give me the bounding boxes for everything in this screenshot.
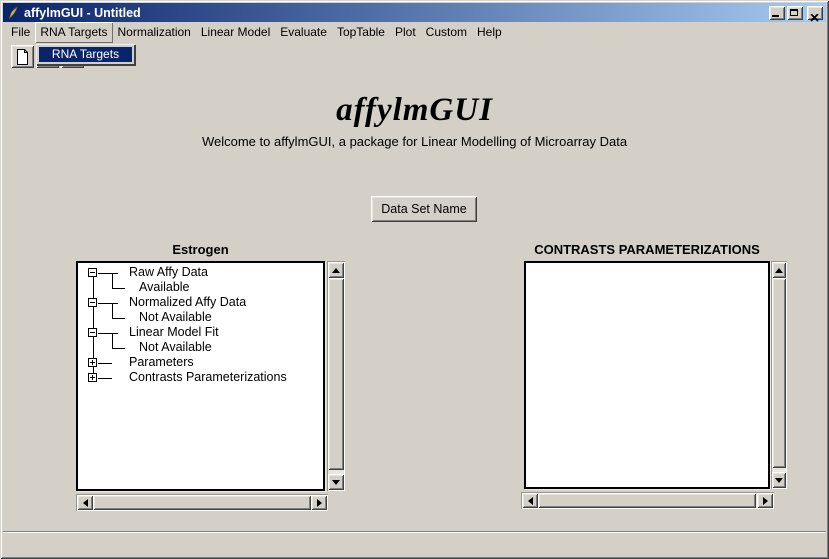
scroll-right-button[interactable] xyxy=(311,495,327,510)
scroll-right-button[interactable] xyxy=(757,493,773,508)
menu-normalization[interactable]: Normalization xyxy=(113,22,196,43)
menu-item-rna-targets[interactable]: RNA Targets xyxy=(39,47,132,62)
welcome-text: Welcome to affylmGUI, a package for Line… xyxy=(0,134,829,149)
menu-file[interactable]: File xyxy=(6,22,35,43)
window-controls xyxy=(769,6,823,20)
menu-help[interactable]: Help xyxy=(472,22,507,43)
arrow-left-icon xyxy=(83,499,88,507)
contrasts-header: CONTRASTS PARAMETERIZATIONS xyxy=(524,242,770,257)
feather-icon xyxy=(6,5,20,21)
menu-rna-targets[interactable]: RNA Targets xyxy=(35,22,112,43)
menubar: FileRNA TargetsNormalizationLinear Model… xyxy=(3,22,826,43)
arrow-down-icon xyxy=(332,480,340,485)
contrasts-horizontal-scrollbar[interactable] xyxy=(521,492,774,509)
estrogen-header: Estrogen xyxy=(76,242,325,257)
menu-toptable[interactable]: TopTable xyxy=(332,22,390,43)
tree-node-raw-affy-data[interactable]: Raw Affy Data xyxy=(129,265,208,280)
scrollbar-thumb[interactable] xyxy=(538,493,756,508)
arrow-down-icon xyxy=(775,478,783,483)
new-file-button[interactable] xyxy=(11,45,34,68)
maximize-icon xyxy=(790,9,798,16)
statusbar-divider xyxy=(3,531,826,533)
tree-node-parameters[interactable]: Parameters xyxy=(129,355,194,370)
tree-status-available[interactable]: Available xyxy=(139,280,190,295)
collapse-toggle-icon[interactable] xyxy=(88,298,97,307)
menu-linear-model[interactable]: Linear Model xyxy=(196,22,275,43)
scrollbar-thumb[interactable] xyxy=(93,495,311,510)
rna-targets-menu-popup: RNA Targets xyxy=(36,44,135,65)
titlebar[interactable]: affylmGUI - Untitled xyxy=(3,3,826,22)
tree-node-normalized-affy-data[interactable]: Normalized Affy Data xyxy=(129,295,246,310)
window-title: affylmGUI - Untitled xyxy=(24,6,141,20)
scroll-up-button[interactable] xyxy=(328,262,344,278)
scrollbar-thumb[interactable] xyxy=(772,278,786,468)
minimize-icon xyxy=(772,15,779,17)
new-file-icon xyxy=(14,48,31,66)
tree-node-linear-model-fit[interactable]: Linear Model Fit xyxy=(129,325,219,340)
app-title: affylmGUI xyxy=(0,92,829,128)
contrasts-vertical-scrollbar[interactable] xyxy=(771,261,787,489)
tree-status-not-available[interactable]: Not Available xyxy=(139,340,212,355)
data-set-name-button[interactable]: Data Set Name xyxy=(371,196,477,222)
menu-custom[interactable]: Custom xyxy=(421,22,472,43)
menu-plot[interactable]: Plot xyxy=(390,22,421,43)
expand-toggle-icon[interactable] xyxy=(88,358,97,367)
scroll-down-button[interactable] xyxy=(772,472,786,488)
scrollbar-thumb[interactable] xyxy=(328,278,344,470)
arrow-up-icon xyxy=(332,268,340,273)
menu-evaluate[interactable]: Evaluate xyxy=(275,22,332,43)
maximize-button[interactable] xyxy=(787,6,803,20)
collapse-toggle-icon[interactable] xyxy=(88,268,97,277)
scroll-up-button[interactable] xyxy=(772,262,786,278)
tree-horizontal-scrollbar[interactable] xyxy=(76,494,328,511)
scroll-left-button[interactable] xyxy=(77,495,93,510)
arrow-up-icon xyxy=(775,268,783,273)
tree-vertical-scrollbar[interactable] xyxy=(327,261,345,491)
expand-toggle-icon[interactable] xyxy=(88,373,97,382)
collapse-toggle-icon[interactable] xyxy=(88,328,97,337)
status-tree[interactable]: Raw Affy DataAvailableNormalized Affy Da… xyxy=(76,261,325,491)
tree-status-not-available[interactable]: Not Available xyxy=(139,310,212,325)
application-window: affylmGUI - Untitled FileRNA TargetsNorm… xyxy=(0,0,829,559)
arrow-right-icon xyxy=(317,499,322,507)
arrow-right-icon xyxy=(763,497,768,505)
minimize-button[interactable] xyxy=(769,6,785,20)
tree-node-contrasts-parameterizations[interactable]: Contrasts Parameterizations xyxy=(129,370,287,385)
arrow-left-icon xyxy=(528,497,533,505)
scroll-down-button[interactable] xyxy=(328,474,344,490)
close-button[interactable] xyxy=(807,6,823,20)
scroll-left-button[interactable] xyxy=(522,493,538,508)
contrasts-listbox[interactable] xyxy=(524,261,770,489)
